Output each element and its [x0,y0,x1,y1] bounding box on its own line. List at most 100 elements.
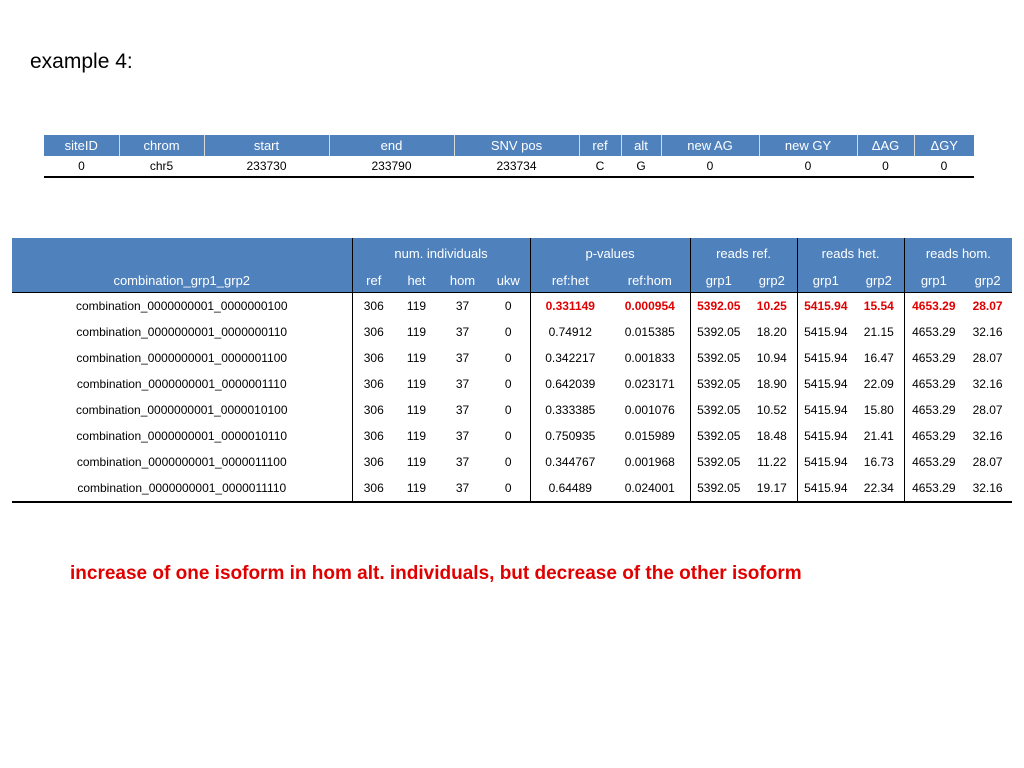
combination-table: combination_grp1_grp2 num. individuals p… [12,238,1013,503]
header-ref-hom: ref:hom [610,268,691,293]
header-reads-het-grp1: grp1 [796,268,855,293]
table-row: combination_0000000001_0000011110 306 119 3… [12,475,1013,502]
table-cell: 119 [406,403,427,417]
table-cell: 306 [351,292,395,319]
header-reads-ref-grp2: grp2 [747,268,798,293]
table-cell: 5415.94 [796,475,855,502]
header-reads-ref: reads ref. [689,238,798,268]
table-cell: 0.024001 [624,481,675,495]
table-cell: 0.023171 [624,377,675,391]
table-cell: 5415.94 [796,423,855,449]
table-cell: 37 [438,292,487,319]
table-cell: 0.642039 [529,371,611,397]
table-cell: 5392.05 [689,292,748,319]
table-cell: 119 [406,455,427,469]
table-cell: 0.001076 [624,403,675,417]
table-cell: 19.17 [756,481,787,495]
table-cell: 32.16 [972,325,1003,339]
table-cell: 5415.94 [796,319,855,345]
table-cell: 28.07 [963,292,1013,319]
table-cell: 37 [455,455,470,469]
table-cell: 32.16 [972,481,1003,495]
site-table-cell: 0 [78,159,85,173]
conclusion-note: increase of one isoform in hom alt. indi… [70,563,802,584]
table-cell: 4653.29 [903,423,964,449]
table-cell: 0.64489 [529,475,611,502]
table-cell: 0.331149 [529,292,611,319]
combination-name-cell: combination_0000000001_0000001110 [76,377,287,391]
table-cell: 0.001833 [624,351,675,365]
site-table-cell: 0 [882,159,889,173]
table-cell: 37 [455,377,470,391]
site-table-cell: 0 [804,159,812,173]
header-reads-het-grp2: grp2 [854,268,905,293]
table-cell: 5415.94 [796,449,855,475]
table-cell: 0.000954 [610,292,691,319]
table-cell: 5415.94 [796,371,855,397]
table-cell: 0.015989 [624,429,675,443]
site-table-header-cell: ref [579,135,622,156]
table-cell: 0 [504,325,512,339]
table-cell: 37 [455,429,470,443]
table-cell: 16.47 [863,351,894,365]
table-cell: 0 [504,429,512,443]
table-cell: 32.16 [972,429,1003,443]
site-table-header-cell: alt [621,135,662,156]
table-row: combination_0000000001_0000010110 306 119 3… [12,423,1012,449]
table-cell: 22.09 [863,377,894,391]
table-cell: 0.750935 [529,423,611,449]
header-combination: combination_grp1_grp2 [12,238,352,293]
table-row: combination_0000000001_0000010100 306 119 3… [12,397,1012,423]
header-reads-ref-grp1: grp1 [689,268,748,293]
table-cell: 119 [406,351,427,365]
table-cell: 0 [487,292,531,319]
site-table-header-cell: SNV pos [454,135,580,156]
site-table-cell: 233730 [246,159,287,173]
combination-name-cell: combination_0000000001_0000010110 [76,429,288,443]
table-cell: 0.333385 [529,397,611,423]
site-table-cell: C [595,159,605,173]
table-cell: 11.22 [757,455,787,469]
slide-title: example 4: [30,50,133,73]
table-cell: 119 [395,292,438,319]
site-table-header-cell: end [329,135,455,156]
table-cell: 21.15 [863,325,894,339]
table-cell: 0 [504,403,512,417]
site-table-cell: chr5 [149,159,174,173]
site-table-cell: G [636,159,646,173]
site-table-header-row: siteID chrom start end SNV pos ref alt new AG ne… [44,135,974,156]
table-cell: 18.90 [756,377,787,391]
table-cell: 10.25 [747,292,798,319]
table-cell: 4653.29 [903,319,964,345]
table-cell: 5392.05 [689,397,748,423]
table-cell: 0.015385 [624,325,675,339]
table-cell: 306 [351,449,395,475]
header-het: het [395,268,438,293]
table-row: combination_0000000001_0000011100 306 119 3… [12,449,1012,475]
site-table-cell: 233734 [496,159,537,173]
combination-name-cell: combination_0000000001_0000011110 [77,481,287,495]
table-cell: 32.16 [972,377,1003,391]
table-cell: 37 [455,481,470,495]
table-cell: 0.344767 [529,449,611,475]
table-cell: 5415.94 [796,345,855,371]
table-cell: 5392.05 [689,345,748,371]
table-cell: 306 [351,397,395,423]
table-cell: 4653.29 [903,449,964,475]
header-hom: hom [438,268,487,293]
table-cell: 4653.29 [903,371,964,397]
site-table-header-cell: ΔAG [857,135,915,156]
table-cell: 15.80 [863,403,894,417]
table-cell: 119 [406,377,427,391]
table-row: combination_0000000001_0000000110 306 119 3… [12,319,1012,345]
site-table-header-cell: new GY [759,135,858,156]
table-cell: 16.73 [863,455,894,469]
table-cell: 4653.29 [903,397,964,423]
table-cell: 4653.29 [903,475,964,502]
header-p-values: p-values [529,238,691,268]
table-cell: 18.48 [756,429,787,443]
table-cell: 5392.05 [689,371,748,397]
combination-name-cell: combination_0000000001_0000011100 [76,455,287,469]
site-table-header-cell: ΔGY [914,135,974,156]
table-cell: 5392.05 [689,423,748,449]
